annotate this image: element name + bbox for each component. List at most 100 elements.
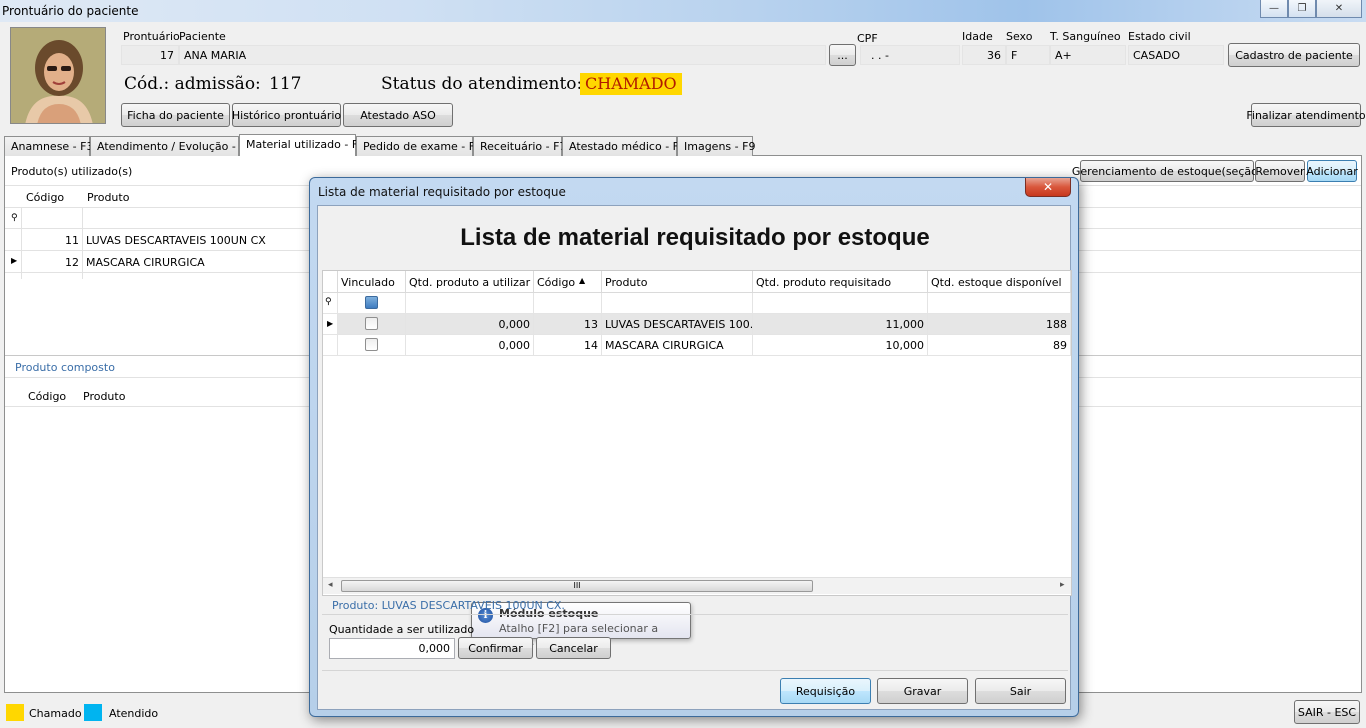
sangue-label: T. Sanguíneo xyxy=(1050,30,1121,43)
close-icon: ✕ xyxy=(1042,180,1054,194)
patient-name-field: ANA MARIA xyxy=(179,45,826,65)
row-produto: MASCARA CIRURGICA xyxy=(602,335,753,356)
patient-lookup-button[interactable]: ... xyxy=(829,44,856,66)
atestado-aso-button[interactable]: Atestado ASO xyxy=(343,103,453,127)
scroll-right-icon[interactable]: ▸ xyxy=(1060,580,1065,590)
minimize-icon: — xyxy=(1269,3,1279,14)
window-title: Prontuário do paciente xyxy=(2,4,139,18)
sort-ascending-icon: ▲ xyxy=(579,276,586,285)
finalizar-atendimento-button[interactable]: Finalizar atendimento xyxy=(1246,103,1366,127)
remover-button[interactable]: Remover xyxy=(1255,160,1305,182)
sexo-field: F xyxy=(1006,45,1050,65)
material-grid[interactable]: Vinculado Qtd. produto a utilizar Código… xyxy=(322,270,1072,648)
row-indicator xyxy=(323,335,338,356)
row-estoque: 188 xyxy=(928,314,1071,335)
tab-material-utilizado[interactable]: Material utilizado - F5 xyxy=(239,134,365,156)
col-qtd-requisitado-header[interactable]: Qtd. produto requisitado xyxy=(753,271,928,293)
gerenciamento-estoque-button[interactable]: Gerenciamento de estoque(seção) xyxy=(1072,160,1262,182)
confirmar-button[interactable]: Confirmar xyxy=(458,637,533,659)
col-codigo-header[interactable]: Código ▲ xyxy=(534,271,602,293)
cpf-label: CPF xyxy=(857,32,878,45)
adicionar-button[interactable]: Adicionar xyxy=(1306,160,1358,182)
row-codigo: 13 xyxy=(534,314,602,335)
dialog-close-button[interactable]: ✕ xyxy=(1025,178,1071,197)
requisicao-button[interactable]: Requisição xyxy=(780,678,871,704)
composto-col-codigo-header[interactable]: Código xyxy=(25,386,69,407)
row-qtd-utilizar[interactable]: 0,000 xyxy=(406,335,534,356)
sair-button[interactable]: Sair xyxy=(975,678,1066,704)
tab-anamnese[interactable]: Anamnese - F3 xyxy=(4,136,93,156)
col-estoque-header[interactable]: Qtd. estoque disponível xyxy=(928,271,1071,293)
status-badge: CHAMADO xyxy=(580,73,682,95)
filter-cell[interactable] xyxy=(406,293,534,314)
civil-field: CASADO xyxy=(1128,45,1224,65)
minimize-button[interactable]: — xyxy=(1260,0,1288,18)
tab-pedido-exame[interactable]: Pedido de exame - F6 xyxy=(356,136,482,156)
row-vinculado[interactable] xyxy=(338,314,406,335)
row-vinculado[interactable] xyxy=(338,335,406,356)
tab-imagens[interactable]: Imagens - F9 xyxy=(677,136,755,156)
prontuario-label: Prontuário xyxy=(123,30,180,43)
divider xyxy=(322,614,1068,615)
quantidade-label: Quantidade a ser utilizado xyxy=(329,623,475,636)
ficha-paciente-button[interactable]: Ficha do paciente xyxy=(121,103,230,127)
vinculado-checkbox[interactable] xyxy=(365,338,378,351)
status-label: Status do atendimento: xyxy=(381,74,583,94)
dialog-heading: Lista de material requisitado por estoqu… xyxy=(460,224,930,251)
filter-cell[interactable] xyxy=(928,293,1071,314)
produtos-utilizados-label: Produto(s) utilizado(s) xyxy=(11,165,133,178)
row-produto: MASCARA CIRURGICA xyxy=(86,256,205,269)
scroll-left-icon[interactable]: ◂ xyxy=(328,580,333,590)
filter-cell[interactable] xyxy=(602,293,753,314)
dialog-title: Lista de material requisitado por estoqu… xyxy=(318,185,566,199)
composto-col-produto-header[interactable]: Produto xyxy=(80,386,128,407)
chamado-legend-label: Chamado xyxy=(29,707,82,720)
filter-cell[interactable] xyxy=(534,293,602,314)
row-produto: LUVAS DESCARTAVEIS 100... xyxy=(602,314,753,335)
close-icon: ✕ xyxy=(1334,3,1344,14)
gravar-button[interactable]: Gravar xyxy=(877,678,968,704)
idade-field: 36 xyxy=(962,45,1006,65)
filter-cell[interactable] xyxy=(753,293,928,314)
chamado-swatch xyxy=(6,704,24,721)
current-row-icon: ▶ xyxy=(11,256,18,265)
row-qtd-utilizar[interactable]: 0,000 xyxy=(406,314,534,335)
maximize-button[interactable]: ❐ xyxy=(1288,0,1316,18)
tab-atendimento[interactable]: Atendimento / Evolução - F4 xyxy=(90,136,253,156)
paciente-label: Paciente xyxy=(179,30,226,43)
horizontal-scrollbar[interactable]: ◂ III ▸ xyxy=(323,577,1071,594)
cancelar-button[interactable]: Cancelar xyxy=(536,637,611,659)
col-vinculado-header[interactable]: Vinculado xyxy=(338,271,406,293)
cpf-field: . . - xyxy=(860,45,960,65)
scroll-thumb[interactable]: III xyxy=(341,580,813,592)
row-codigo: 12 xyxy=(65,256,79,269)
filter-row-icon: ⚲ xyxy=(323,293,338,314)
produto-info-label: Produto: LUVAS DESCARTAVEIS 100UN CX. xyxy=(332,599,565,612)
atendido-legend-label: Atendido xyxy=(109,707,159,720)
col-codigo-label: Código xyxy=(537,276,576,289)
row-codigo: 14 xyxy=(534,335,602,356)
filter-checkbox[interactable] xyxy=(365,296,378,309)
quantidade-input[interactable]: 0,000 xyxy=(329,638,455,659)
idade-label: Idade xyxy=(962,30,993,43)
tab-atestado-medico[interactable]: Atestado médico - F8 xyxy=(562,136,686,156)
col-qtd-utilizar-header[interactable]: Qtd. produto a utilizar xyxy=(406,271,534,293)
admission-value: 117 xyxy=(269,74,302,94)
col-codigo-header[interactable]: Código xyxy=(23,187,67,208)
col-produto-header[interactable]: Produto xyxy=(84,187,132,208)
admission-label: Cód.: admissão: xyxy=(124,74,261,94)
sair-esc-button[interactable]: SAIR - ESC xyxy=(1294,700,1360,724)
patient-photo-image xyxy=(11,28,105,123)
row-qtd-requisitado: 10,000 xyxy=(753,335,928,356)
cadastro-paciente-button[interactable]: Cadastro de paciente xyxy=(1228,43,1360,67)
produto-composto-label: Produto composto xyxy=(15,361,115,374)
col-produto-header[interactable]: Produto xyxy=(602,271,753,293)
close-button[interactable]: ✕ xyxy=(1316,0,1362,18)
tab-receituario[interactable]: Receituário - F7 xyxy=(473,136,566,156)
row-qtd-requisitado: 11,000 xyxy=(753,314,928,335)
vinculado-checkbox[interactable] xyxy=(365,317,378,330)
filter-vinculado[interactable] xyxy=(338,293,406,314)
maximize-icon: ❐ xyxy=(1297,3,1307,14)
filter-row-icon: ⚲ xyxy=(11,213,18,223)
historico-prontuario-button[interactable]: Histórico prontuário xyxy=(232,103,341,127)
